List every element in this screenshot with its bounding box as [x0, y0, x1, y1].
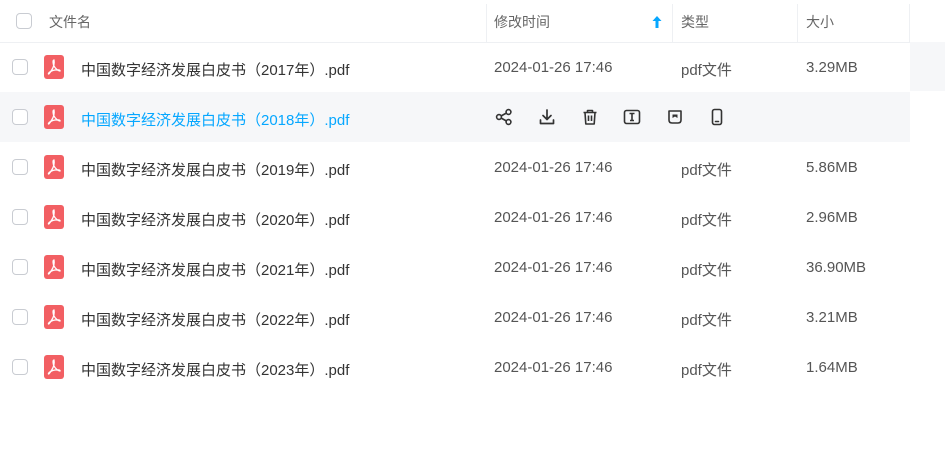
- scroll-gutter: [910, 42, 945, 91]
- column-divider[interactable]: [909, 4, 910, 42]
- column-divider[interactable]: [486, 4, 487, 42]
- file-name[interactable]: 中国数字经济发展白皮书（2019年）.pdf: [81, 159, 349, 180]
- file-name[interactable]: 中国数字经济发展白皮书（2020年）.pdf: [81, 209, 349, 230]
- row-checkbox[interactable]: [12, 109, 28, 125]
- pdf-file-icon: [44, 155, 64, 179]
- sort-ascending-icon[interactable]: [652, 15, 662, 31]
- header-type[interactable]: 类型: [681, 0, 709, 42]
- table-row[interactable]: 中国数字经济发展白皮书（2022年）.pdf 2024-01-26 17:46 …: [0, 292, 910, 342]
- file-name[interactable]: 中国数字经济发展白皮书（2022年）.pdf: [81, 309, 349, 330]
- file-type: pdf文件: [681, 212, 732, 229]
- text-extract-icon[interactable]: [622, 107, 642, 127]
- file-type: pdf文件: [681, 362, 732, 379]
- file-modified-time: 2024-01-26 17:46: [494, 359, 613, 376]
- row-checkbox[interactable]: [12, 259, 28, 275]
- file-name[interactable]: 中国数字经济发展白皮书（2021年）.pdf: [81, 259, 349, 280]
- pdf-file-icon: [44, 255, 64, 279]
- file-modified-time: 2024-01-26 17:46: [494, 309, 613, 326]
- pdf-file-icon: [44, 55, 64, 79]
- file-name[interactable]: 中国数字经济发展白皮书（2018年）.pdf: [81, 109, 349, 130]
- row-checkbox[interactable]: [12, 59, 28, 75]
- pdf-file-icon: [44, 355, 64, 379]
- file-type: pdf文件: [681, 312, 732, 329]
- header-time[interactable]: 修改时间: [494, 0, 550, 42]
- table-row[interactable]: 中国数字经济发展白皮书（2019年）.pdf 2024-01-26 17:46 …: [0, 142, 910, 192]
- file-type: pdf文件: [681, 162, 732, 179]
- column-divider[interactable]: [672, 4, 673, 42]
- file-modified-time: 2024-01-26 17:46: [494, 209, 613, 226]
- table-row[interactable]: 中国数字经济发展白皮书（2020年）.pdf 2024-01-26 17:46 …: [0, 192, 910, 242]
- table-header: 文件名 修改时间 类型 大小: [0, 0, 945, 43]
- phone-icon[interactable]: [707, 107, 727, 127]
- table-row[interactable]: 中国数字经济发展白皮书（2021年）.pdf 2024-01-26 17:46 …: [0, 242, 910, 292]
- file-size: 5.86MB: [806, 159, 858, 176]
- document-icon[interactable]: [665, 107, 685, 127]
- download-icon[interactable]: [537, 107, 557, 127]
- row-checkbox[interactable]: [12, 309, 28, 325]
- file-size: 36.90MB: [806, 259, 867, 276]
- header-name[interactable]: 文件名: [49, 0, 91, 42]
- file-size: 3.21MB: [806, 309, 858, 326]
- file-size: 2.96MB: [806, 209, 858, 226]
- row-checkbox[interactable]: [12, 209, 28, 225]
- file-size: 1.64MB: [806, 359, 858, 376]
- row-checkbox[interactable]: [12, 159, 28, 175]
- pdf-file-icon: [44, 305, 64, 329]
- file-name[interactable]: 中国数字经济发展白皮书（2023年）.pdf: [81, 359, 349, 380]
- pdf-file-icon: [44, 205, 64, 229]
- header-size[interactable]: 大小: [806, 0, 834, 42]
- file-name[interactable]: 中国数字经济发展白皮书（2017年）.pdf: [81, 59, 349, 80]
- column-divider[interactable]: [797, 4, 798, 42]
- file-type: pdf文件: [681, 262, 732, 279]
- delete-icon[interactable]: [580, 107, 600, 127]
- file-size: 3.29MB: [806, 59, 858, 76]
- select-all-checkbox[interactable]: [16, 13, 32, 29]
- table-row[interactable]: 中国数字经济发展白皮书（2018年）.pdf: [0, 92, 910, 142]
- row-checkbox[interactable]: [12, 359, 28, 375]
- file-modified-time: 2024-01-26 17:46: [494, 159, 613, 176]
- pdf-file-icon: [44, 105, 64, 129]
- table-row[interactable]: 中国数字经济发展白皮书（2023年）.pdf 2024-01-26 17:46 …: [0, 342, 910, 392]
- share-icon[interactable]: [494, 107, 514, 127]
- table-row[interactable]: 中国数字经济发展白皮书（2017年）.pdf 2024-01-26 17:46 …: [0, 42, 910, 92]
- file-modified-time: 2024-01-26 17:46: [494, 59, 613, 76]
- file-modified-time: 2024-01-26 17:46: [494, 259, 613, 276]
- file-list-table: 文件名 修改时间 类型 大小 中国数字经济发展白皮书（2017年）.pdf 20…: [0, 0, 945, 379]
- file-type: pdf文件: [681, 62, 732, 79]
